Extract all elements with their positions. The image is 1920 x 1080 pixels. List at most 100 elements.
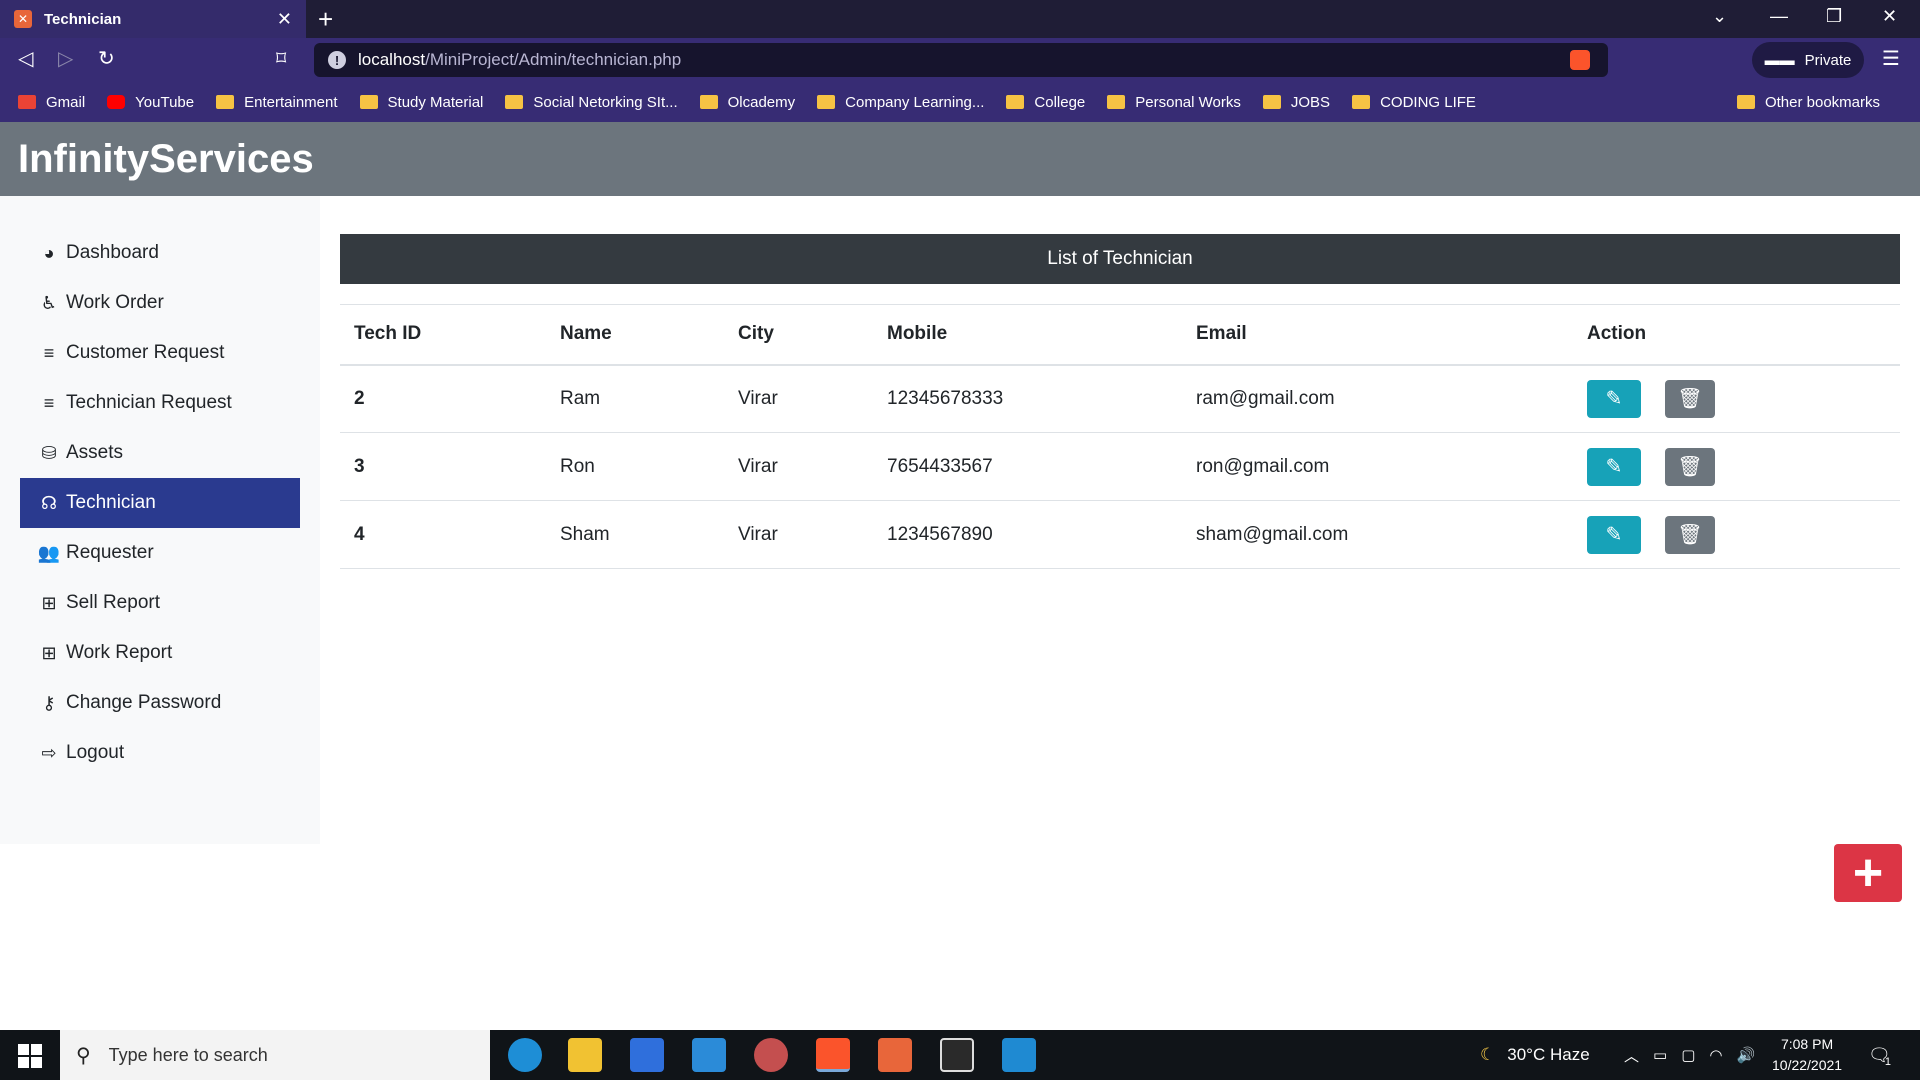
pencil-icon: ✎ xyxy=(1605,456,1623,478)
headset-icon: ☊ xyxy=(41,492,57,513)
bookmark-folder[interactable]: Company Learning... xyxy=(817,94,984,111)
align-center-icon: ≡ xyxy=(43,392,55,413)
column-header: Action xyxy=(1573,304,1900,366)
bookmark-folder[interactable]: Entertainment xyxy=(216,94,338,111)
tech-name: Ron xyxy=(546,432,724,501)
bookmark-folder[interactable]: Study Material xyxy=(359,94,483,111)
table-header-row: Tech ID Name City Mobile Email Action xyxy=(340,304,1900,366)
private-window-badge[interactable]: ▬▬ Private xyxy=(1752,42,1864,78)
snip-icon[interactable] xyxy=(754,1038,788,1072)
notification-count: 1 xyxy=(1884,1056,1891,1068)
trash-icon: 🗑 xyxy=(1677,524,1703,546)
delete-button[interactable]: 🗑 xyxy=(1665,447,1715,486)
edit-button[interactable]: ✎ xyxy=(1587,379,1641,418)
delete-button[interactable]: 🗑 xyxy=(1665,515,1715,554)
folder-icon xyxy=(359,95,378,109)
windows-start-icon[interactable] xyxy=(18,1044,42,1068)
sidebar-item-technician[interactable]: ☊ Technician xyxy=(20,478,300,528)
address-bar[interactable]: ! localhost/MiniProject/Admin/technician… xyxy=(314,43,1608,77)
back-icon[interactable]: ◁ xyxy=(18,46,33,71)
bookmark-gmail[interactable]: Gmail xyxy=(18,94,85,111)
brave-shields-icon[interactable] xyxy=(1570,50,1590,70)
volume-icon[interactable]: 🔊 xyxy=(1736,1046,1755,1064)
add-technician-button[interactable]: + xyxy=(1834,844,1902,902)
taskbar-clock[interactable]: 7:08 PM 10/22/2021 xyxy=(1772,1034,1842,1076)
browser-tab[interactable]: ✕ Technician ✕ xyxy=(0,0,306,38)
browser-menu-icon[interactable]: ☰ xyxy=(1882,46,1900,71)
folder-icon xyxy=(1736,95,1755,109)
tech-id: 4 xyxy=(340,500,546,569)
site-info-icon[interactable]: ! xyxy=(328,51,346,69)
restore-icon[interactable]: ❐ xyxy=(1826,6,1842,27)
technician-table: Tech ID Name City Mobile Email Action 2 … xyxy=(340,304,1900,569)
sidebar-item-customer-request[interactable]: ≡ Customer Request xyxy=(20,328,300,378)
edit-button[interactable]: ✎ xyxy=(1587,447,1641,486)
sidebar-item-work-order[interactable]: ♿ Work Order xyxy=(20,278,300,328)
file-explorer-icon[interactable] xyxy=(568,1038,602,1072)
new-tab-icon[interactable]: + xyxy=(318,4,333,35)
sidebar-item-assets[interactable]: ⛁ Assets xyxy=(20,428,300,478)
sidebar-item-technician-request[interactable]: ≡ Technician Request xyxy=(20,378,300,428)
weather-widget[interactable]: ☾ 30°C Haze xyxy=(1480,1030,1590,1080)
xampp-icon[interactable] xyxy=(878,1038,912,1072)
folder-icon xyxy=(216,95,235,109)
tech-mobile: 12345678333 xyxy=(873,364,1182,433)
bookmark-youtube[interactable]: YouTube xyxy=(107,94,194,111)
sidebar-item-logout[interactable]: ⇨ Logout xyxy=(20,728,300,778)
terminal-icon[interactable] xyxy=(940,1038,974,1072)
delete-button[interactable]: 🗑 xyxy=(1665,379,1715,418)
notification-center[interactable]: 🗨 1 xyxy=(1868,1030,1891,1080)
vscode-icon[interactable] xyxy=(1002,1038,1036,1072)
chevron-up-icon[interactable]: ︿ xyxy=(1624,1045,1639,1066)
bookmark-folder[interactable]: CODING LIFE xyxy=(1352,94,1476,111)
sidebar-item-requester[interactable]: 👥 Requester xyxy=(20,528,300,578)
tech-city: Virar xyxy=(724,432,873,501)
battery-icon[interactable]: ▭ xyxy=(1653,1046,1667,1064)
close-tab-icon[interactable]: ✕ xyxy=(277,9,292,30)
reload-icon[interactable]: ↻ xyxy=(98,46,115,71)
tech-name: Sham xyxy=(546,500,724,569)
clock-date: 10/22/2021 xyxy=(1772,1057,1843,1073)
bookmark-folder[interactable]: Olcademy xyxy=(699,94,795,111)
bookmark-folder[interactable]: Personal Works xyxy=(1107,94,1241,111)
minimize-icon[interactable]: — xyxy=(1770,6,1788,27)
sidebar-item-dashboard[interactable]: ◕ Dashboard xyxy=(20,228,300,278)
edit-button[interactable]: ✎ xyxy=(1587,515,1641,554)
brave-icon[interactable] xyxy=(816,1038,850,1072)
tachometer-icon: ◕ xyxy=(43,242,55,263)
column-header: Tech ID xyxy=(340,304,546,366)
forward-icon[interactable]: ▷ xyxy=(58,46,73,71)
bookmark-icon[interactable]: ⌑ xyxy=(276,46,286,71)
folder-icon xyxy=(1107,95,1126,109)
accessibility-icon: ♿ xyxy=(40,292,58,313)
bookmark-folder[interactable]: College xyxy=(1006,94,1085,111)
device-icon[interactable]: ▢ xyxy=(1681,1046,1695,1064)
sidebar-item-change-password[interactable]: ⚷ Change Password xyxy=(20,678,300,728)
sidebar-item-sell-report[interactable]: ⊞ Sell Report xyxy=(20,578,300,628)
mail-icon[interactable] xyxy=(692,1038,726,1072)
moon-icon: ☾ xyxy=(1480,1045,1496,1064)
sidebar-item-work-report[interactable]: ⊞ Work Report xyxy=(20,628,300,678)
edge-icon[interactable] xyxy=(508,1038,542,1072)
search-placeholder: Type here to search xyxy=(108,1044,268,1065)
tab-search-icon[interactable]: ⌄ xyxy=(1712,6,1727,27)
folder-icon xyxy=(1006,95,1025,109)
taskbar-search[interactable]: ⚲ Type here to search xyxy=(60,1030,490,1080)
tech-email: ram@gmail.com xyxy=(1182,364,1573,433)
xampp-favicon-icon: ✕ xyxy=(14,10,32,28)
wifi-icon[interactable]: ◠ xyxy=(1709,1046,1722,1064)
tech-city: Virar xyxy=(724,500,873,569)
list-title: List of Technician xyxy=(340,234,1900,284)
store-icon[interactable] xyxy=(630,1038,664,1072)
private-label: Private xyxy=(1804,51,1852,69)
browser-navbar: ◁ ▷ ↻ ⌑ ! localhost/MiniProject/Admin/te… xyxy=(0,38,1920,82)
window-close-icon[interactable]: ✕ xyxy=(1882,6,1897,27)
brand-title[interactable]: InfinityServices xyxy=(18,137,314,182)
bookmark-folder[interactable]: JOBS xyxy=(1262,94,1330,111)
database-icon: ⛁ xyxy=(41,442,57,463)
sign-out-icon: ⇨ xyxy=(41,742,57,763)
youtube-icon xyxy=(107,95,126,109)
tech-email: sham@gmail.com xyxy=(1182,500,1573,569)
bookmark-folder[interactable]: Social Netorking SIt... xyxy=(505,94,678,111)
other-bookmarks[interactable]: Other bookmarks xyxy=(1736,94,1880,111)
